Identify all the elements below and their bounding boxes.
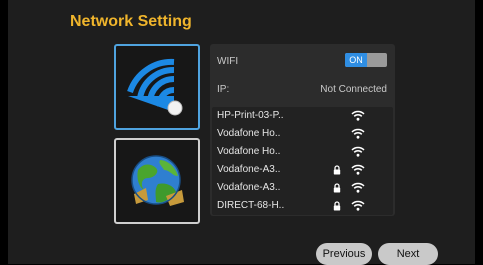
network-setting-screen: Network Setting WIFI ON IP: Not Connecte… bbox=[0, 0, 483, 265]
lock-icon bbox=[333, 165, 341, 175]
network-name: Vodafone-A3.. bbox=[217, 182, 281, 193]
network-item[interactable]: Vodafone Ho.. bbox=[212, 125, 393, 143]
network-name: Vodafone-A3.. bbox=[217, 164, 281, 175]
lock-icon bbox=[333, 201, 341, 211]
network-name: Vodafone Ho.. bbox=[217, 146, 281, 157]
previous-button[interactable]: Previous bbox=[316, 243, 372, 265]
wifi-strength-icon bbox=[351, 182, 365, 193]
globe-network-icon bbox=[131, 155, 184, 206]
ethernet-mode-tile[interactable] bbox=[114, 138, 200, 224]
wifi-strength-icon bbox=[351, 146, 365, 157]
network-item[interactable]: Vodafone-A3.. bbox=[212, 161, 393, 179]
wifi-toggle-state: ON bbox=[345, 53, 367, 67]
ip-label: IP: bbox=[217, 84, 230, 95]
network-name: DIRECT-68-H.. bbox=[217, 200, 285, 211]
wifi-strength-icon bbox=[351, 200, 365, 211]
ip-value: Not Connected bbox=[320, 84, 387, 95]
wifi-toggle[interactable]: ON bbox=[345, 53, 387, 67]
network-name: HP-Print-03-P.. bbox=[217, 110, 284, 121]
network-list: HP-Print-03-P.. Vodafone Ho.. Vodafone H… bbox=[212, 107, 393, 215]
wifi-signal-icon bbox=[127, 58, 183, 116]
network-item[interactable]: HP-Print-03-P.. bbox=[212, 107, 393, 125]
page-title: Network Setting bbox=[70, 13, 192, 30]
wifi-strength-icon bbox=[351, 164, 365, 175]
network-item[interactable]: Vodafone Ho.. bbox=[212, 143, 393, 161]
wifi-strength-icon bbox=[351, 128, 365, 139]
wifi-label: WIFI bbox=[217, 56, 239, 67]
network-name: Vodafone Ho.. bbox=[217, 128, 281, 139]
network-item[interactable]: DIRECT-68-H.. bbox=[212, 197, 393, 215]
wifi-strength-icon bbox=[351, 110, 365, 121]
wifi-settings-panel: WIFI ON IP: Not Connected HP-Print-03-P.… bbox=[210, 44, 395, 216]
next-button[interactable]: Next bbox=[378, 243, 438, 265]
wifi-mode-tile[interactable] bbox=[114, 44, 200, 130]
network-item[interactable]: Vodafone-A3.. bbox=[212, 179, 393, 197]
lock-icon bbox=[333, 183, 341, 193]
